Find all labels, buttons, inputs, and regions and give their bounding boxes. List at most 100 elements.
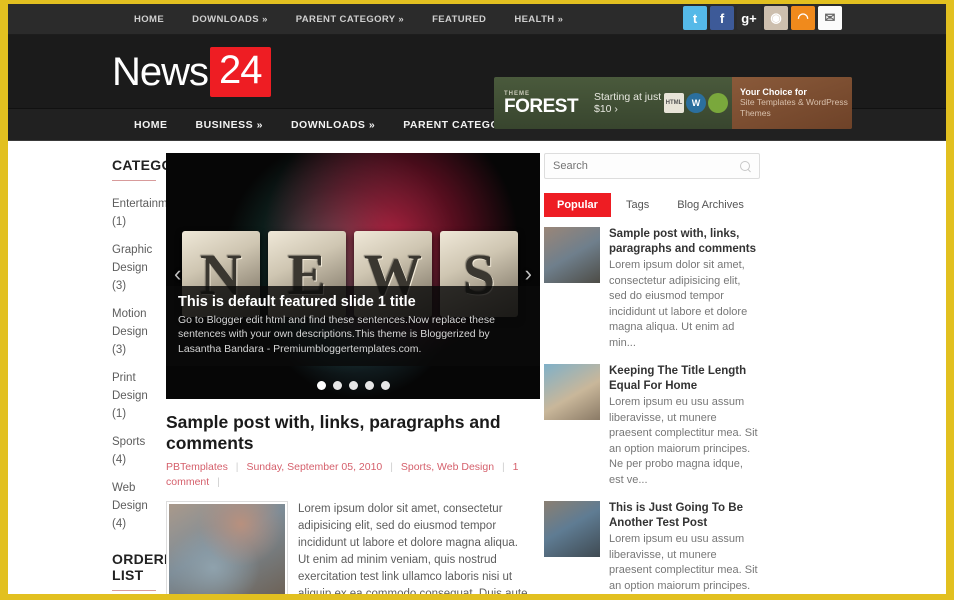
banner-forest-label: FOREST xyxy=(504,97,594,116)
popular-post-thumbnail xyxy=(544,501,600,557)
slider-caption: This is default featured slide 1 title G… xyxy=(166,286,540,367)
slider-dot-1[interactable] xyxy=(333,381,342,390)
ordered-list-widget-title: ORDERED LIST xyxy=(112,551,156,590)
divider xyxy=(112,180,156,181)
popular-post-body: Keeping The Title Length Equal For Home … xyxy=(609,364,760,488)
popular-post-excerpt: Lorem ipsum eu usu assum liberavisse, ut… xyxy=(609,532,760,594)
site-logo[interactable]: News 24 xyxy=(112,47,271,97)
divider xyxy=(112,590,156,591)
popular-post-thumbnail xyxy=(544,364,600,420)
topnav-item-4[interactable]: HEALTH » xyxy=(500,14,577,25)
topnav-item-1[interactable]: DOWNLOADS » xyxy=(178,14,282,25)
popular-post-excerpt: Lorem ipsum eu usu assum liberavisse, ut… xyxy=(609,395,760,488)
popular-post-item[interactable]: Sample post with, links, paragraphs and … xyxy=(544,227,760,351)
nav-item-downloads[interactable]: DOWNLOADS » xyxy=(277,119,389,131)
list-item: Print Design (1) xyxy=(112,363,156,427)
slider-dot-4[interactable] xyxy=(381,381,390,390)
banner-offer-text: Starting at just $10 › xyxy=(594,77,664,129)
popular-post-title[interactable]: This is Just Going To Be Another Test Po… xyxy=(609,501,760,531)
email-icon[interactable]: ✉ xyxy=(818,6,842,30)
google-plus-icon[interactable]: g+ xyxy=(737,6,761,30)
banner-tagline-sub: Site Templates & WordPress Themes xyxy=(740,97,852,119)
social-icons: t f g+ ◉ ◠ ✉ xyxy=(683,6,842,30)
post-author-link[interactable]: PBTemplates xyxy=(166,461,228,473)
category-link-3[interactable]: Print Design (1) xyxy=(112,372,148,420)
popular-post-title[interactable]: Sample post with, links, paragraphs and … xyxy=(609,227,760,257)
categories-widget-title: CATEGORIES xyxy=(112,157,156,180)
slider-description: Go to Blogger edit html and find these s… xyxy=(178,313,528,357)
search-icon[interactable] xyxy=(740,161,751,172)
slider-prev-arrow-icon[interactable]: ‹ xyxy=(174,261,181,287)
facebook-icon[interactable]: f xyxy=(710,6,734,30)
slider-dot-0[interactable] xyxy=(317,381,326,390)
list-item: Web Design (4) xyxy=(112,473,156,537)
wordpress-icon: W xyxy=(686,93,706,113)
instagram-icon[interactable]: ◉ xyxy=(764,6,788,30)
popular-post-body: Sample post with, links, paragraphs and … xyxy=(609,227,760,351)
popular-post-item[interactable]: Keeping The Title Length Equal For Home … xyxy=(544,364,760,488)
popular-post-title[interactable]: Keeping The Title Length Equal For Home xyxy=(609,364,760,394)
meta-separator: | xyxy=(212,476,225,488)
post-thumbnail-image xyxy=(169,504,285,594)
logo-text-main: News xyxy=(112,50,208,95)
banner-tagline: Your Choice for Site Templates & WordPre… xyxy=(732,77,852,129)
tab-tags[interactable]: Tags xyxy=(613,193,662,217)
top-navigation: HOME DOWNLOADS » PARENT CATEGORY » FEATU… xyxy=(120,14,577,25)
themeforest-banner-ad[interactable]: THEME FOREST Starting at just $10 › HTML… xyxy=(494,77,852,129)
right-sidebar: Popular Tags Blog Archives Sample post w… xyxy=(544,153,774,594)
logo-text-accent: 24 xyxy=(210,47,271,97)
html5-icon: HTML xyxy=(664,93,684,113)
list-item: Sports (4) xyxy=(112,427,156,473)
topnav-item-2[interactable]: PARENT CATEGORY » xyxy=(282,14,418,25)
category-link-4[interactable]: Sports (4) xyxy=(112,436,145,466)
banner-icon-group: HTML W xyxy=(664,77,732,129)
post-categories-link[interactable]: Sports, Web Design xyxy=(401,461,494,473)
slider-pagination xyxy=(166,381,540,390)
post-title[interactable]: Sample post with, links, paragraphs and … xyxy=(166,412,532,454)
top-bar: HOME DOWNLOADS » PARENT CATEGORY » FEATU… xyxy=(8,4,946,35)
post-date-link[interactable]: Sunday, September 05, 2010 xyxy=(246,461,382,473)
post-excerpt: Lorem ipsum dolor sit amet, consectetur … xyxy=(298,501,532,594)
post-body: Lorem ipsum dolor sit amet, consectetur … xyxy=(166,501,532,594)
nav-item-business[interactable]: BUSINESS » xyxy=(182,119,277,131)
slider-dot-3[interactable] xyxy=(365,381,374,390)
tab-popular[interactable]: Popular xyxy=(544,193,611,217)
popular-post-item[interactable]: This is Just Going To Be Another Test Po… xyxy=(544,501,760,594)
banner-brand: THEME FOREST xyxy=(494,77,594,129)
slider-dot-2[interactable] xyxy=(349,381,358,390)
slider-next-arrow-icon[interactable]: › xyxy=(525,261,532,287)
main-column: N E W S ‹ › This is default featured sli… xyxy=(156,153,544,594)
featured-slider[interactable]: N E W S ‹ › This is default featured sli… xyxy=(166,153,540,399)
list-item: Graphic Design (3) xyxy=(112,235,156,299)
popular-post-thumbnail xyxy=(544,227,600,283)
list-item: Motion Design (3) xyxy=(112,299,156,363)
popular-post-body: This is Just Going To Be Another Test Po… xyxy=(609,501,760,594)
search-input[interactable] xyxy=(553,160,740,172)
slider-title: This is default featured slide 1 title xyxy=(178,294,528,310)
left-sidebar: CATEGORIES Entertainment (1) Graphic Des… xyxy=(8,153,156,594)
topnav-item-0[interactable]: HOME xyxy=(120,14,178,25)
topnav-item-3[interactable]: FEATURED xyxy=(418,14,500,25)
search-box[interactable] xyxy=(544,153,760,179)
leaf-icon xyxy=(708,93,728,113)
meta-separator: | xyxy=(385,461,398,473)
page-content: CATEGORIES Entertainment (1) Graphic Des… xyxy=(8,141,946,594)
meta-separator: | xyxy=(497,461,510,473)
post-thumbnail[interactable] xyxy=(166,501,288,594)
category-link-2[interactable]: Motion Design (3) xyxy=(112,308,148,356)
post-meta: PBTemplates | Sunday, September 05, 2010… xyxy=(166,460,532,490)
page-frame: HOME DOWNLOADS » PARENT CATEGORY » FEATU… xyxy=(8,4,946,594)
banner-tagline-title: Your Choice for xyxy=(740,87,852,97)
sidebar-tabs: Popular Tags Blog Archives xyxy=(544,193,760,217)
list-item: Entertainment (1) xyxy=(112,189,156,235)
site-header: News 24 THEME FOREST Starting at just $1… xyxy=(8,35,946,108)
tab-blog-archives[interactable]: Blog Archives xyxy=(664,193,757,217)
categories-list: Entertainment (1) Graphic Design (3) Mot… xyxy=(112,189,156,537)
category-link-5[interactable]: Web Design (4) xyxy=(112,482,148,530)
popular-post-excerpt: Lorem ipsum dolor sit amet, consectetur … xyxy=(609,258,760,351)
category-link-1[interactable]: Graphic Design (3) xyxy=(112,244,152,292)
nav-item-home[interactable]: HOME xyxy=(120,119,182,131)
meta-separator: | xyxy=(231,461,244,473)
twitter-icon[interactable]: t xyxy=(683,6,707,30)
rss-icon[interactable]: ◠ xyxy=(791,6,815,30)
